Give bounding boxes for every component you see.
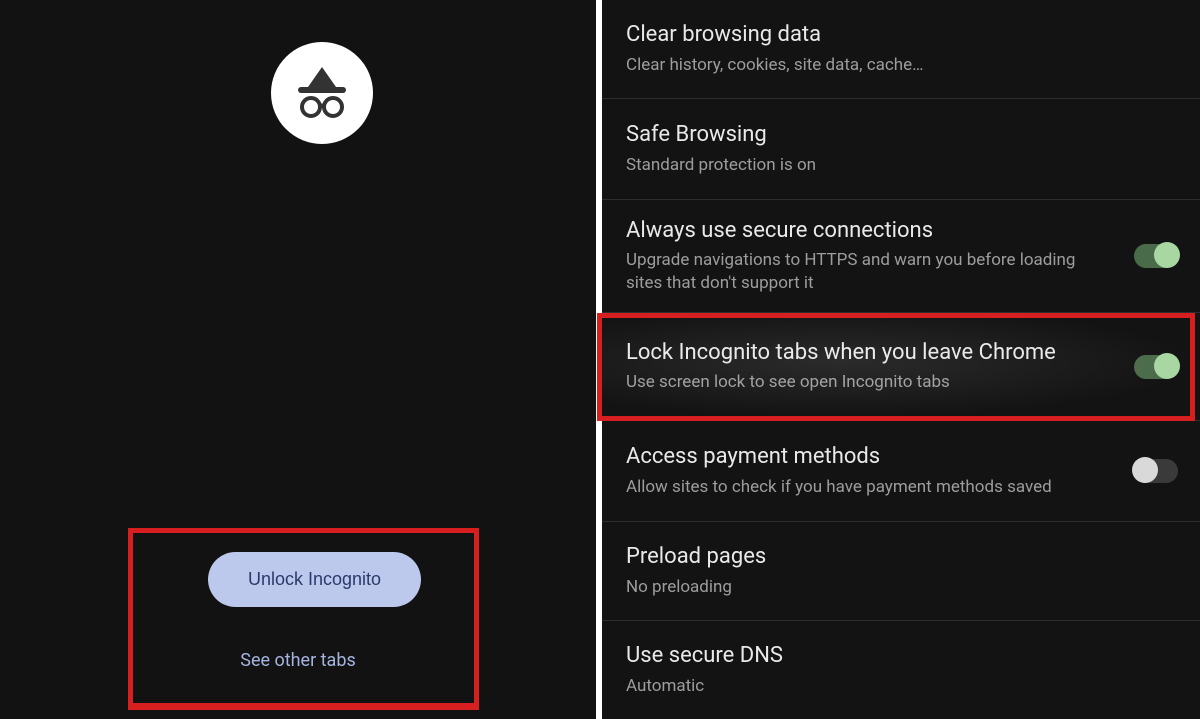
incognito-icon: [271, 42, 373, 144]
setting-title: Safe Browsing: [626, 121, 1106, 149]
privacy-settings-list: Clear browsing data Clear history, cooki…: [602, 0, 1200, 719]
setting-subtitle: No preloading: [626, 576, 1106, 599]
setting-title: Preload pages: [626, 543, 1106, 571]
toggle-payment-methods[interactable]: [1134, 459, 1178, 483]
toggle-always-secure[interactable]: [1134, 244, 1178, 268]
setting-secure-dns[interactable]: Use secure DNS Automatic: [602, 621, 1200, 719]
setting-lock-incognito-tabs[interactable]: Lock Incognito tabs when you leave Chrom…: [602, 313, 1200, 421]
setting-subtitle: Upgrade navigations to HTTPS and warn yo…: [626, 249, 1106, 295]
toggle-lock-incognito[interactable]: [1134, 355, 1178, 379]
incognito-hat-glasses-icon: [290, 61, 354, 125]
setting-subtitle: Allow sites to check if you have payment…: [626, 476, 1106, 499]
setting-title: Access payment methods: [626, 443, 1106, 471]
setting-safe-browsing[interactable]: Safe Browsing Standard protection is on: [602, 99, 1200, 200]
setting-title: Always use secure connections: [626, 217, 1106, 245]
see-other-tabs-link[interactable]: See other tabs: [0, 650, 596, 671]
unlock-incognito-label: Unlock Incognito: [248, 569, 381, 590]
incognito-locked-screen: Unlock Incognito See other tabs: [0, 0, 596, 719]
unlock-incognito-button[interactable]: Unlock Incognito: [208, 552, 421, 607]
setting-title: Use secure DNS: [626, 642, 1106, 670]
see-other-tabs-label: See other tabs: [240, 650, 356, 671]
setting-subtitle: Standard protection is on: [626, 154, 1106, 177]
setting-access-payment-methods[interactable]: Access payment methods Allow sites to ch…: [602, 421, 1200, 522]
setting-subtitle: Clear history, cookies, site data, cache…: [626, 54, 1106, 77]
setting-always-secure-connections[interactable]: Always use secure connections Upgrade na…: [602, 200, 1200, 313]
setting-preload-pages[interactable]: Preload pages No preloading: [602, 522, 1200, 621]
setting-subtitle: Automatic: [626, 675, 1106, 698]
setting-title: Clear browsing data: [626, 21, 1106, 49]
setting-title: Lock Incognito tabs when you leave Chrom…: [626, 339, 1106, 367]
setting-clear-browsing-data[interactable]: Clear browsing data Clear history, cooki…: [602, 0, 1200, 99]
setting-subtitle: Use screen lock to see open Incognito ta…: [626, 371, 1106, 394]
